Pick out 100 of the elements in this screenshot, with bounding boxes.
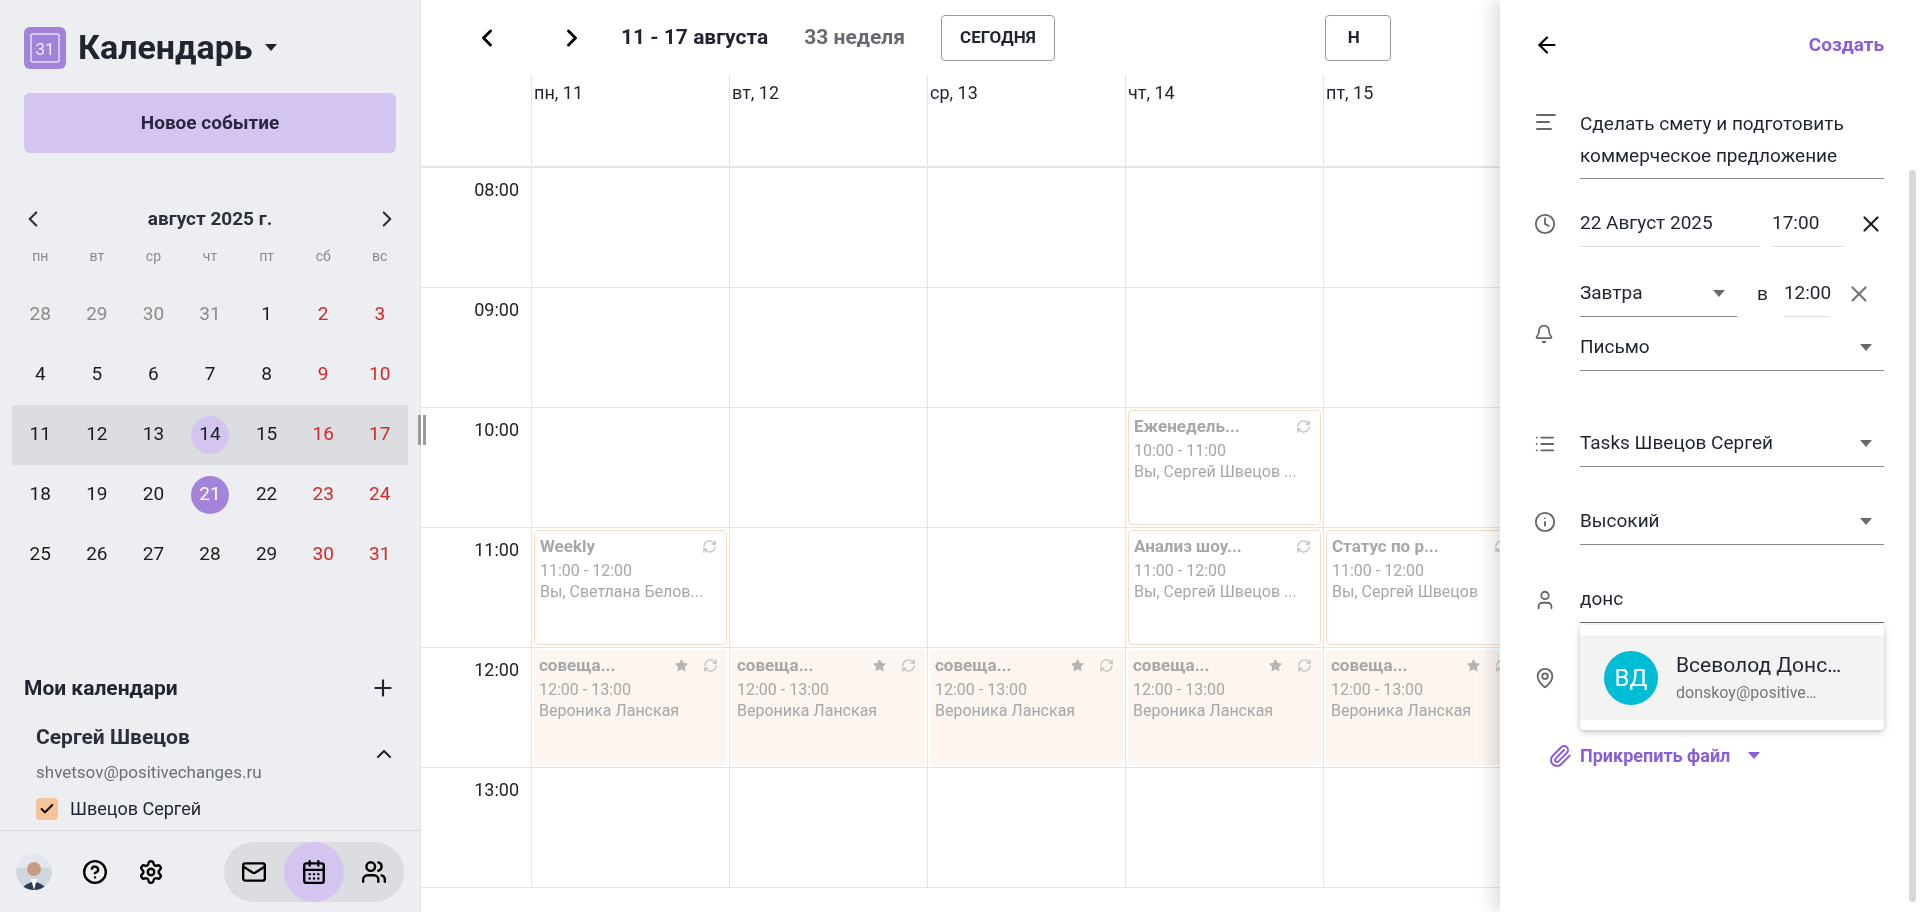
attach-caret-icon [1748, 752, 1761, 759]
calendar-day[interactable]: 3 [360, 295, 399, 334]
calendar-day[interactable]: 17 [360, 415, 399, 454]
caret-icon [1860, 440, 1872, 447]
new-event-button[interactable]: Новое событие [24, 93, 396, 153]
settings-icon[interactable] [138, 858, 164, 885]
calendar-day[interactable]: 22 [247, 475, 286, 514]
calendar-day[interactable]: 12 [77, 415, 116, 454]
title-field[interactable]: Сделать смету и подготовить коммерческое предложение [1580, 108, 1884, 179]
calendar-logo-icon: 31 [24, 26, 66, 69]
calendar-checkbox[interactable] [36, 797, 58, 820]
calendar-day[interactable]: 26 [77, 535, 116, 574]
calendar-day[interactable]: 20 [134, 475, 173, 514]
week-row[interactable]: 4 5 6 7 8 9 10 [12, 344, 408, 405]
reminder-method-select[interactable]: Письмо [1580, 325, 1884, 371]
event-title: Weekly [540, 535, 596, 558]
weekday-label: пн [32, 246, 49, 266]
month-title: август 2025 г. [147, 206, 273, 232]
event-time: 10:00 - 11:00 [1134, 439, 1228, 462]
hour-label: 11:00 [474, 538, 519, 562]
calendar-day[interactable]: 28 [191, 535, 229, 574]
event-time: 12:00 - 13:00 [935, 678, 1029, 701]
bell-icon [1534, 324, 1554, 344]
event-time: 11:00 - 12:00 [1134, 559, 1228, 582]
event-attendees: Вероника Ланская [737, 700, 879, 721]
week-row[interactable]: 25 26 27 28 29 30 31 [12, 524, 408, 585]
calendar-day[interactable]: 7 [191, 355, 229, 394]
calendar-day[interactable]: 9 [304, 355, 343, 394]
hour-label: 13:00 [474, 778, 519, 802]
day-header: ср, 13 [930, 82, 978, 103]
suggestion-item[interactable]: ВД Всеволод Донс… donskoy@positive… [1580, 635, 1884, 720]
calendar-day[interactable]: 14 [191, 415, 229, 454]
event-time: 12:00 - 13:00 [539, 678, 633, 701]
location-icon [1534, 666, 1556, 689]
calendar-day[interactable]: 18 [21, 475, 60, 514]
calendar-day[interactable]: 23 [304, 475, 343, 514]
priority-select[interactable]: Высокий [1580, 499, 1884, 545]
assignee-field[interactable]: донс [1580, 577, 1884, 623]
date-range: 11 - 17 августа [621, 23, 769, 51]
day-header: пт, 15 [1326, 82, 1374, 103]
event-time: 12:00 - 13:00 [737, 678, 831, 701]
event-title: совеща... [935, 654, 1012, 677]
event-title: Анализ шоу... [1134, 535, 1242, 558]
event-attendees: Вы, Сергей Швецов ... [1134, 581, 1298, 602]
event-attendees: Вероника Ланская [1331, 700, 1473, 721]
weekday-label: вт [89, 246, 105, 266]
calendar-day[interactable]: 29 [247, 535, 286, 574]
calendar-day[interactable]: 16 [304, 415, 343, 454]
event-title: совеща... [1133, 654, 1210, 677]
event-attendees: Вероника Ланская [935, 700, 1077, 721]
help-icon[interactable] [82, 858, 108, 885]
calendar-day[interactable]: 2 [304, 295, 343, 334]
calendar-day[interactable]: 13 [134, 415, 173, 454]
calendar-day[interactable]: 27 [134, 535, 173, 574]
reminder-time-field[interactable]: 12:00 [1783, 271, 1830, 317]
calendar-day[interactable]: 11 [21, 415, 60, 454]
calendar-day[interactable]: 19 [77, 475, 116, 514]
event-attendees: Вероника Ланская [1133, 700, 1275, 721]
calendar-day[interactable]: 4 [21, 355, 60, 394]
calendar-day[interactable]: 5 [77, 355, 116, 394]
event-attendees: Вы, Сергей Швецов [1332, 581, 1480, 602]
calendar-day[interactable]: 15 [247, 415, 286, 454]
calendar-day[interactable]: 1 [247, 295, 286, 334]
calendar-day[interactable]: 10 [360, 355, 399, 394]
time-field[interactable]: 17:00 [1772, 201, 1844, 247]
section-heading: Мои календари [24, 674, 178, 702]
contact-name: Всеволод Донс… [1676, 651, 1842, 679]
day-header: чт, 14 [1128, 82, 1175, 103]
event-title: совеща... [539, 654, 616, 677]
event-title: Еженедель... [1134, 415, 1240, 438]
today-button[interactable]: СЕГОДНЯ [941, 14, 1055, 61]
clock-icon [1534, 213, 1556, 235]
event-attendees: Вы, Светлана Белов... [540, 581, 705, 602]
attach-file-link[interactable]: Прикрепить файл [1580, 742, 1731, 769]
calendar-day[interactable]: 6 [134, 355, 173, 394]
day-header: пн, 11 [534, 82, 583, 103]
calendar-day[interactable]: 30 [304, 535, 343, 574]
weekday-label: сб [315, 246, 331, 266]
calendar-name: Швецов Сергей [70, 797, 202, 821]
calendar-day[interactable]: 25 [21, 535, 60, 574]
hour-label: 10:00 [474, 418, 519, 442]
hour-label: 12:00 [474, 658, 519, 682]
info-icon [1534, 511, 1556, 533]
week-row[interactable]: 28 29 30 31 1 2 3 [12, 284, 408, 345]
initials-avatar: ВД [1604, 650, 1658, 705]
calendar-day[interactable]: 8 [247, 355, 286, 394]
calendar-day[interactable]: 24 [360, 475, 399, 514]
app-title: Календарь [78, 26, 253, 69]
resize-handle[interactable] [418, 415, 426, 445]
event-title: совеща... [1331, 654, 1408, 677]
create-link[interactable]: Создать [1808, 30, 1884, 60]
week-row[interactable]: 18 19 20 21 22 23 24 [12, 464, 408, 525]
week-row[interactable]: 11 12 13 14 15 16 17 [12, 404, 408, 465]
task-list-select[interactable]: Tasks Швецов Сергей [1580, 421, 1884, 467]
calendar-day[interactable]: 31 [360, 535, 399, 574]
caret-icon [1860, 344, 1872, 351]
view-button[interactable]: Н [1324, 14, 1391, 61]
scrollbar[interactable] [1909, 170, 1916, 902]
reminder-day-select[interactable]: Завтра [1580, 271, 1737, 317]
date-field[interactable]: 22 Август 2025 [1580, 201, 1760, 247]
